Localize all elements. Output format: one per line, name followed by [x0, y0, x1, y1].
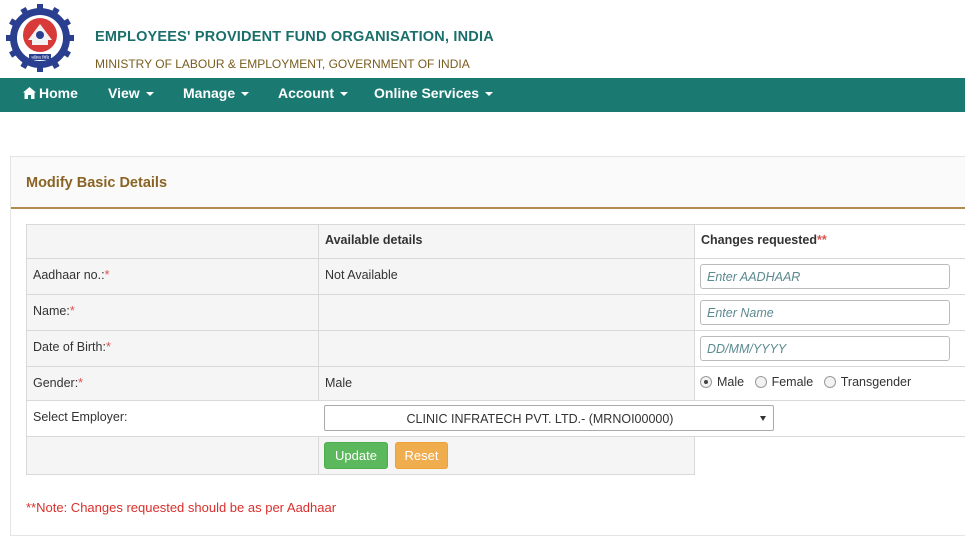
employer-selected-value: CLINIC INFRATECH PVT. LTD.- (MRNOI00000)	[406, 412, 674, 426]
main-navbar: Home View Manage Account Online Services	[0, 78, 965, 112]
aadhaar-note: **Note: Changes requested should be as p…	[26, 500, 337, 515]
name-input[interactable]	[700, 300, 950, 325]
button-row-spacer	[26, 436, 319, 475]
aadhaar-available-value: Not Available	[325, 268, 398, 282]
panel-heading: Modify Basic Details	[11, 157, 965, 209]
table-row: Aadhaar no.:*	[26, 258, 319, 295]
gender-label: Gender:*	[33, 376, 83, 390]
required-marker: *	[105, 340, 111, 354]
changes-requested-heading: Changes requested**	[701, 233, 827, 247]
name-label: Name:*	[33, 304, 75, 318]
table-row: Date of Birth:*	[26, 330, 319, 367]
table-header-empty	[26, 224, 319, 259]
aadhaar-input[interactable]	[700, 264, 950, 289]
home-icon	[23, 87, 36, 99]
aadhaar-label-text: Aadhaar no.:	[33, 268, 105, 282]
table-header-changes: Changes requested**	[694, 224, 965, 259]
dob-change-cell	[694, 330, 965, 367]
ministry-subtitle: MINISTRY OF LABOUR & EMPLOYMENT, GOVERNM…	[95, 57, 470, 71]
required-marker: *	[69, 304, 75, 318]
dob-input[interactable]	[700, 336, 950, 361]
employer-select[interactable]: CLINIC INFRATECH PVT. LTD.- (MRNOI00000)	[324, 405, 774, 431]
nav-account-label: Account	[278, 85, 334, 101]
gender-change-cell: Male Female Transgender	[694, 366, 965, 401]
gender-transgender-label: Transgender	[840, 375, 912, 389]
radio-icon[interactable]	[823, 376, 836, 388]
aadhaar-available-cell: Not Available	[318, 258, 695, 295]
radio-icon[interactable]	[754, 376, 767, 388]
gender-available-value: Male	[325, 376, 353, 390]
gender-female-label: Female	[771, 375, 814, 389]
logo-caption: भविष्य निधि	[31, 55, 49, 60]
name-available-cell	[318, 294, 695, 331]
name-change-cell	[694, 294, 965, 331]
radio-selected-icon[interactable]	[700, 376, 712, 388]
update-button[interactable]: Update	[324, 442, 388, 469]
nav-view[interactable]: View	[108, 78, 154, 112]
gender-option-female[interactable]: Female	[754, 375, 814, 389]
nav-online-services[interactable]: Online Services	[374, 78, 494, 112]
aadhaar-label: Aadhaar no.:*	[33, 268, 109, 282]
nav-manage[interactable]: Manage	[183, 78, 250, 112]
org-title: EMPLOYEES' PROVIDENT FUND ORGANISATION, …	[95, 29, 494, 45]
required-marker: *	[104, 268, 110, 282]
changes-requested-text: Changes requested	[701, 233, 818, 247]
aadhaar-change-cell	[694, 258, 965, 295]
nav-view-label: View	[108, 85, 140, 101]
required-marker: *	[78, 376, 84, 390]
caret-down-icon	[145, 92, 154, 97]
gender-radio-group: Male Female Transgender	[700, 375, 918, 389]
available-details-heading: Available details	[325, 233, 423, 247]
nav-account[interactable]: Account	[278, 78, 348, 112]
panel-title: Modify Basic Details	[26, 175, 168, 191]
gender-male-label: Male	[717, 375, 745, 389]
epfo-logo-icon[interactable]: भविष्य निधि	[6, 4, 74, 72]
nav-home-label: Home	[39, 85, 78, 101]
nav-home[interactable]: Home	[23, 78, 78, 112]
name-label-text: Name:	[33, 304, 70, 318]
dropdown-arrow-icon	[760, 416, 766, 421]
gender-option-male[interactable]: Male	[700, 375, 744, 389]
caret-down-icon	[340, 92, 348, 97]
dob-label: Date of Birth:*	[33, 340, 111, 354]
dob-label-text: Date of Birth:	[33, 340, 106, 354]
caret-down-icon	[241, 92, 250, 97]
table-row: Gender:*	[26, 366, 319, 401]
table-row: Name:*	[26, 294, 319, 331]
gender-option-transgender[interactable]: Transgender	[823, 375, 912, 389]
gender-available-cell: Male	[318, 366, 695, 401]
nav-manage-label: Manage	[183, 85, 236, 101]
table-header-available: Available details	[318, 224, 695, 259]
gender-label-text: Gender:	[33, 376, 79, 390]
reset-button[interactable]: Reset	[395, 442, 448, 469]
employer-label: Select Employer:	[33, 410, 128, 424]
changes-marker: **	[817, 233, 827, 247]
nav-online-services-label: Online Services	[374, 85, 480, 101]
site-header: भविष्य निधि EMPLOYEES' PROVIDENT FUND OR…	[0, 0, 965, 78]
dob-available-cell	[318, 330, 695, 367]
caret-down-icon	[485, 92, 494, 97]
